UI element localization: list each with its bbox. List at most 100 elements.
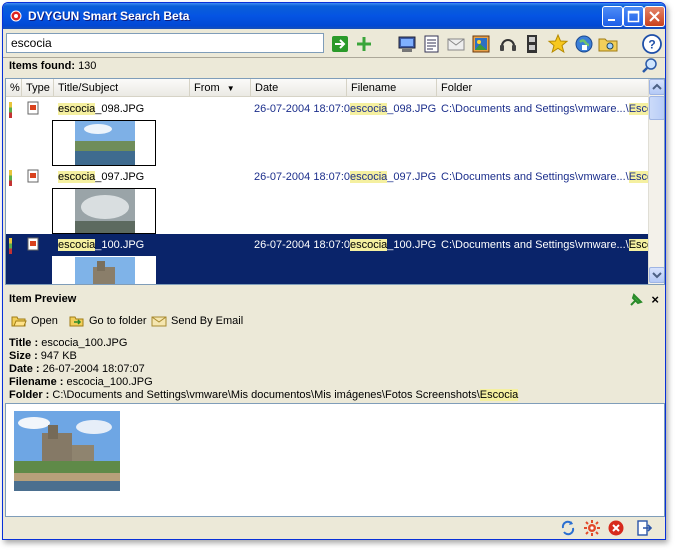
- search-input[interactable]: [6, 33, 324, 53]
- title-bar[interactable]: DVYGUN Smart Search Beta: [3, 3, 665, 29]
- close-preview-icon[interactable]: ×: [651, 292, 659, 307]
- magnifier-icon[interactable]: [641, 57, 659, 75]
- row-date: 26-07-2004 18:07:07: [254, 103, 357, 115]
- col-filename[interactable]: Filename: [347, 79, 437, 97]
- folder-prefix: C:\Documents and Settings\vmware...\: [441, 239, 629, 251]
- row-folder: C:\Documents and Settings\vmware...\Esco…: [441, 239, 664, 251]
- row-date: 26-07-2004 18:07:07: [254, 171, 357, 183]
- toolbar-separator: [3, 57, 665, 58]
- image-file-icon: [27, 169, 39, 183]
- filename-rest: _098.JPG: [387, 103, 437, 115]
- open-action[interactable]: Open: [11, 314, 58, 328]
- scroll-thumb[interactable]: [649, 96, 664, 120]
- stop-icon[interactable]: [607, 519, 625, 537]
- title-rest: _098.JPG: [95, 103, 145, 115]
- document-icon[interactable]: [421, 33, 443, 55]
- maximize-button[interactable]: [623, 6, 644, 27]
- preview-title: Item Preview: [9, 293, 77, 305]
- title-rest: _100.JPG: [95, 239, 145, 251]
- folder-prefix: C:\Documents and Settings\vmware...\: [441, 103, 629, 115]
- status-bar-icons: [559, 519, 659, 539]
- col-folder[interactable]: Folder: [437, 79, 649, 97]
- priority-bar-icon: [9, 102, 12, 118]
- sort-down-icon: ▼: [226, 84, 235, 93]
- col-type[interactable]: Type: [22, 79, 54, 97]
- scroll-down-button[interactable]: [649, 267, 664, 283]
- table-row[interactable]: escocia_098.JPG 26-07-2004 18:07:07 esco…: [6, 98, 664, 166]
- computer-icon[interactable]: [396, 33, 418, 55]
- folder-prefix: C:\Documents and Settings\vmware...\: [441, 171, 629, 183]
- settings-gear-icon[interactable]: [583, 519, 601, 537]
- detail-size-value: 947 KB: [40, 350, 77, 362]
- detail-folder-label: Folder :: [9, 389, 50, 401]
- add-icon[interactable]: [353, 33, 375, 55]
- row-title: escocia_098.JPG: [58, 103, 144, 115]
- title-match: escocia: [58, 171, 96, 183]
- svg-text:?: ?: [648, 38, 655, 52]
- picture-icon[interactable]: [470, 33, 492, 55]
- col-from-label: From: [194, 82, 220, 94]
- sync-icon[interactable]: [559, 519, 577, 537]
- image-file-icon: [27, 237, 39, 251]
- detail-date: Date : 26-07-2004 18:07:07: [9, 363, 518, 376]
- app-window: DVYGUN Smart Search Beta escocia ? Items…: [2, 2, 666, 540]
- favorites-icon[interactable]: [547, 33, 569, 55]
- col-title[interactable]: Title/Subject: [54, 79, 190, 97]
- email-icon[interactable]: [445, 33, 467, 55]
- pin-icon[interactable]: [629, 293, 643, 307]
- thumbnail: [52, 120, 156, 166]
- minimize-button[interactable]: [602, 6, 623, 27]
- items-found-caption: Items found:: [9, 60, 75, 72]
- detail-filename-label: Filename :: [9, 376, 64, 388]
- priority-bar-icon: [9, 170, 12, 186]
- detail-title-label: Title :: [9, 337, 39, 349]
- detail-folder: Folder : C:\Documents and Settings\vmwar…: [9, 389, 519, 402]
- send-by-email-action[interactable]: Send By Email: [151, 314, 243, 328]
- vertical-scrollbar[interactable]: [648, 79, 664, 284]
- go-arrow-icon[interactable]: [329, 33, 351, 55]
- send-email-label: Send By Email: [171, 315, 244, 327]
- detail-size: Size : 947 KB: [9, 350, 518, 363]
- detail-date-label: Date :: [9, 363, 40, 375]
- folder-arrow-icon: [69, 316, 84, 327]
- app-logo-icon: [10, 10, 22, 22]
- row-folder: C:\Documents and Settings\vmware...\Esco…: [441, 171, 664, 183]
- row-filename: escocia_098.JPG: [350, 103, 436, 115]
- web-icon[interactable]: [573, 33, 595, 55]
- search-toolbar: ?: [3, 30, 665, 58]
- video-icon[interactable]: [521, 33, 543, 55]
- row-date: 26-07-2004 18:07:07: [254, 239, 357, 251]
- scroll-up-button[interactable]: [649, 79, 664, 95]
- exit-icon[interactable]: [635, 519, 653, 537]
- row-title: escocia_097.JPG: [58, 171, 144, 183]
- audio-icon[interactable]: [497, 33, 519, 55]
- preview-image[interactable]: [14, 411, 120, 491]
- row-filename: escocia_100.JPG: [350, 239, 436, 251]
- col-from[interactable]: From ▼: [190, 79, 251, 97]
- priority-bar-icon: [9, 238, 12, 254]
- folder-search-icon[interactable]: [597, 33, 619, 55]
- row-filename: escocia_097.JPG: [350, 171, 436, 183]
- results-list[interactable]: % Type Title/Subject From ▼ Date Filenam…: [5, 78, 665, 285]
- filename-rest: _097.JPG: [387, 171, 437, 183]
- detail-folder-match: Escocia: [479, 389, 519, 401]
- open-label: Open: [31, 315, 58, 327]
- title-match: escocia: [58, 103, 96, 115]
- detail-size-label: Size :: [9, 350, 38, 362]
- filename-match: escocia: [350, 103, 388, 115]
- item-details: Title : escocia_100.JPG Size : 947 KB Da…: [9, 337, 519, 402]
- items-found-count: 130: [78, 60, 97, 72]
- row-folder: C:\Documents and Settings\vmware...\Esco…: [441, 103, 664, 115]
- detail-date-value: 26-07-2004 18:07:07: [42, 363, 145, 375]
- filename-rest: _100.JPG: [387, 239, 437, 251]
- column-header: % Type Title/Subject From ▼ Date Filenam…: [6, 79, 649, 97]
- help-icon[interactable]: ?: [641, 33, 663, 55]
- close-button[interactable]: [644, 6, 665, 27]
- go-to-folder-action[interactable]: Go to folder: [69, 314, 146, 328]
- col-pct[interactable]: %: [6, 79, 22, 97]
- detail-title: Title : escocia_100.JPG: [9, 337, 518, 350]
- table-row-selected[interactable]: escocia_100.JPG 26-07-2004 18:07:07 esco…: [6, 234, 664, 284]
- preview-image-area: [5, 403, 665, 517]
- table-row[interactable]: escocia_097.JPG 26-07-2004 18:07:07 esco…: [6, 166, 664, 234]
- col-date[interactable]: Date: [251, 79, 347, 97]
